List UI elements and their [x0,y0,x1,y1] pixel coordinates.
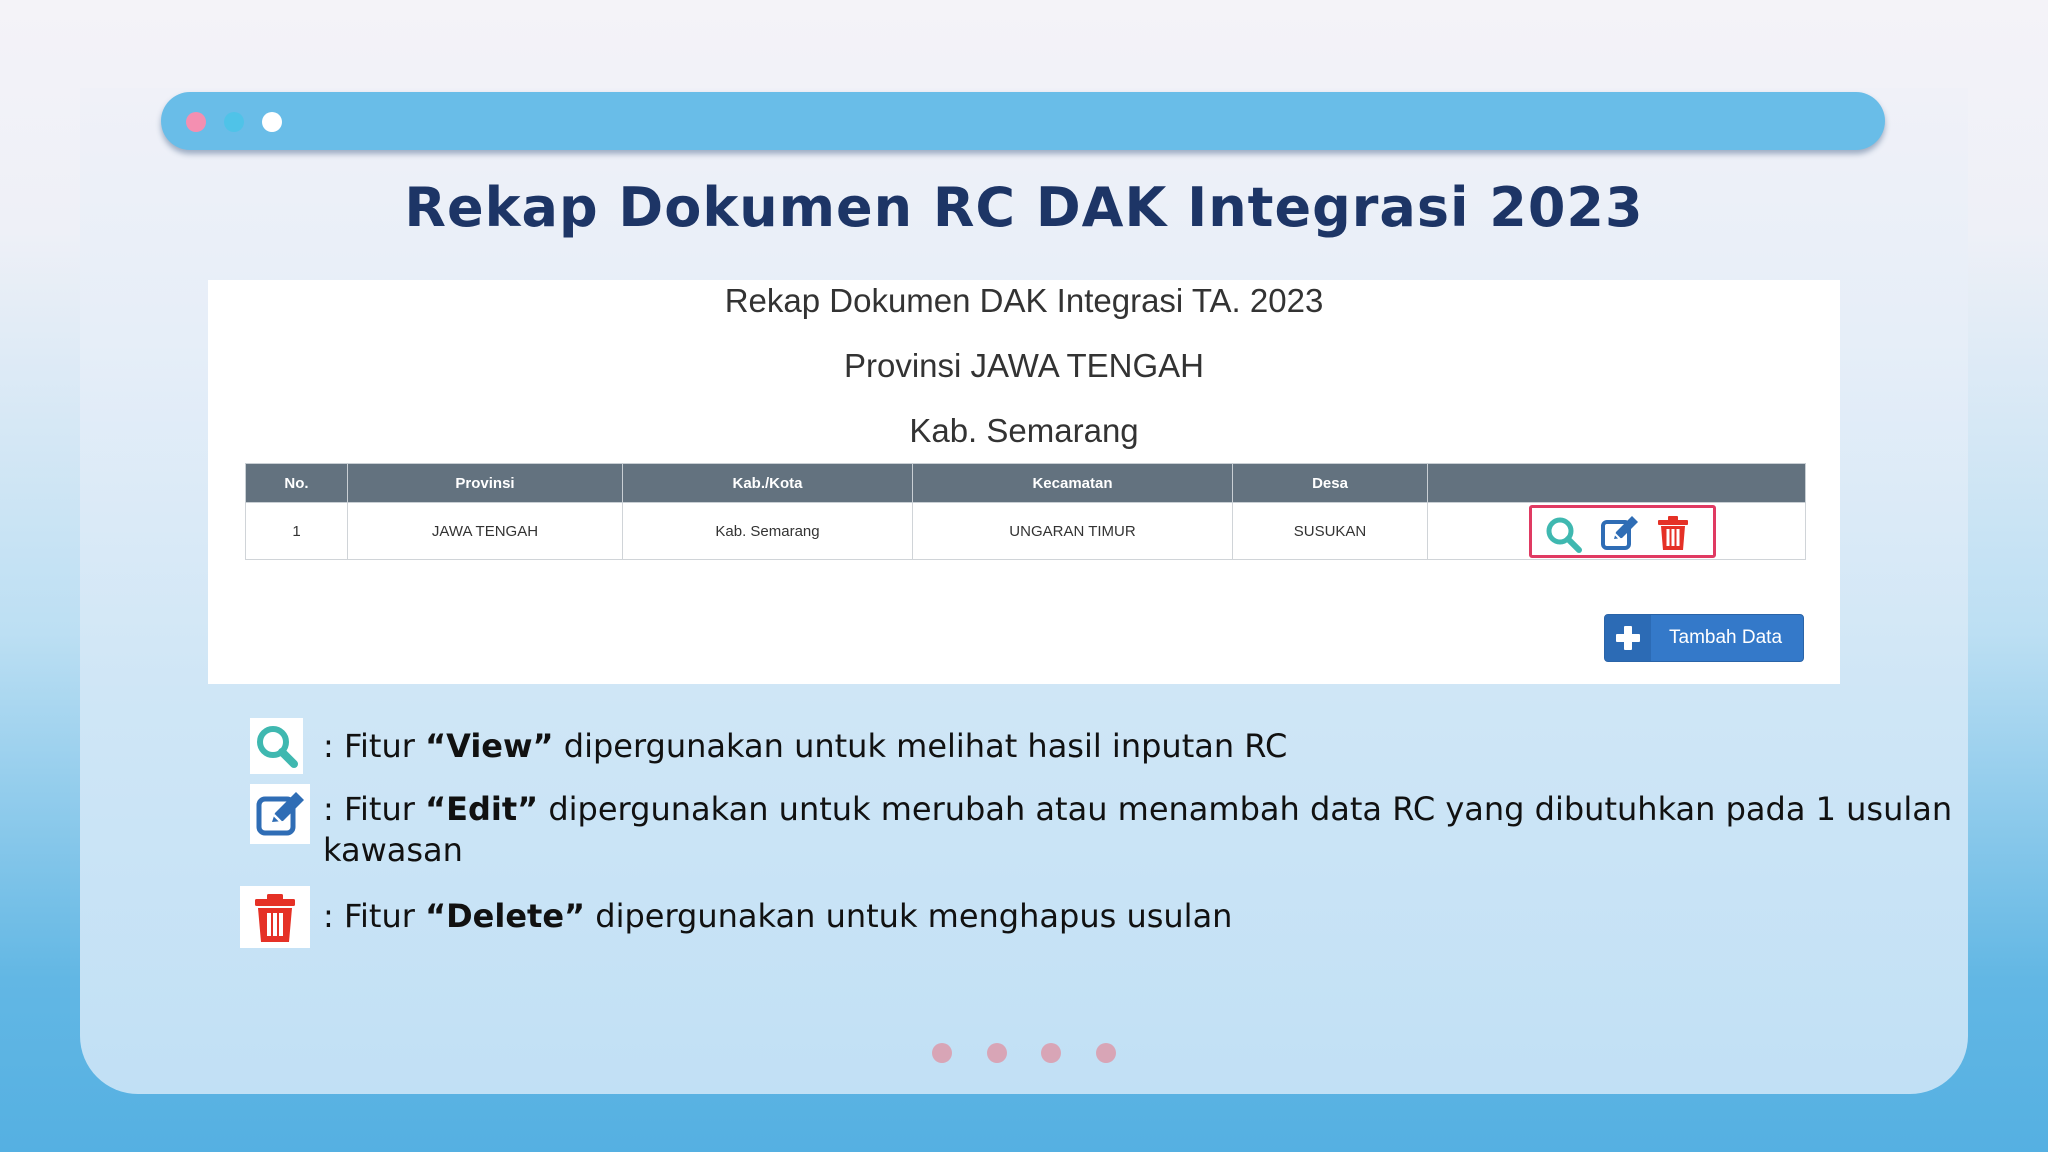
cell-kabkota: Kab. Semarang [622,502,913,560]
legend-desc: dipergunakan untuk merubah atau menambah… [323,790,1953,869]
legend-feature-edit: “Edit” [425,790,539,828]
col-header-kabkota: Kab./Kota [622,463,913,503]
legend-view-text: : Fitur “View” dipergunakan untuk meliha… [323,726,1963,767]
pagination-dot[interactable] [1041,1043,1061,1063]
legend-prefix: : Fitur [323,727,426,765]
col-header-desa: Desa [1232,463,1428,503]
legend-desc: dipergunakan untuk melihat hasil inputan… [553,727,1288,765]
add-data-label: Tambah Data [1669,627,1783,648]
window-dot-cyan[interactable] [224,112,244,132]
cell-desa: SUSUKAN [1232,502,1428,560]
trash-icon [240,886,310,948]
add-data-button[interactable]: Tambah Data [1604,614,1804,662]
col-header-provinsi: Provinsi [347,463,623,503]
search-icon[interactable] [1545,516,1583,558]
legend-desc: dipergunakan untuk menghapus usulan [585,897,1233,935]
edit-icon[interactable] [1600,514,1640,556]
col-header-kecamatan: Kecamatan [912,463,1233,503]
pagination-dot[interactable] [932,1043,952,1063]
cell-no: 1 [245,502,348,560]
pagination-dot[interactable] [987,1043,1007,1063]
legend-edit-text: : Fitur “Edit” dipergunakan untuk meruba… [323,789,1963,871]
window-dot-white[interactable] [262,112,282,132]
legend-prefix: : Fitur [323,897,426,935]
legend-delete-text: : Fitur “Delete” dipergunakan untuk meng… [323,896,1963,937]
trash-icon[interactable] [1657,515,1689,555]
cell-kecamatan: UNGARAN TIMUR [912,502,1233,560]
legend-prefix: : Fitur [323,790,426,828]
window-dot-pink[interactable] [186,112,206,132]
pagination-dot[interactable] [1096,1043,1116,1063]
app-screenshot: Rekap Dokumen DAK Integrasi TA. 2023 Pro… [208,280,1840,684]
window-titlebar [161,92,1885,150]
regency-heading: Kab. Semarang [909,412,1139,449]
legend-feature-view: “View” [425,727,554,765]
edit-icon [250,784,310,844]
report-heading: Rekap Dokumen DAK Integrasi TA. 2023 [724,282,1324,319]
province-heading: Provinsi JAWA TENGAH [843,347,1205,384]
col-header-actions [1427,463,1806,503]
col-header-no: No. [245,463,348,503]
cell-provinsi: JAWA TENGAH [347,502,623,560]
legend-feature-delete: “Delete” [425,897,586,935]
action-highlight-box [1529,505,1716,558]
plus-icon [1605,615,1651,661]
search-icon [250,718,303,774]
table-header-row: No. Provinsi Kab./Kota Kecamatan Desa [245,463,1806,503]
slide-title: Rekap Dokumen RC DAK Integrasi 2023 [404,176,1644,239]
